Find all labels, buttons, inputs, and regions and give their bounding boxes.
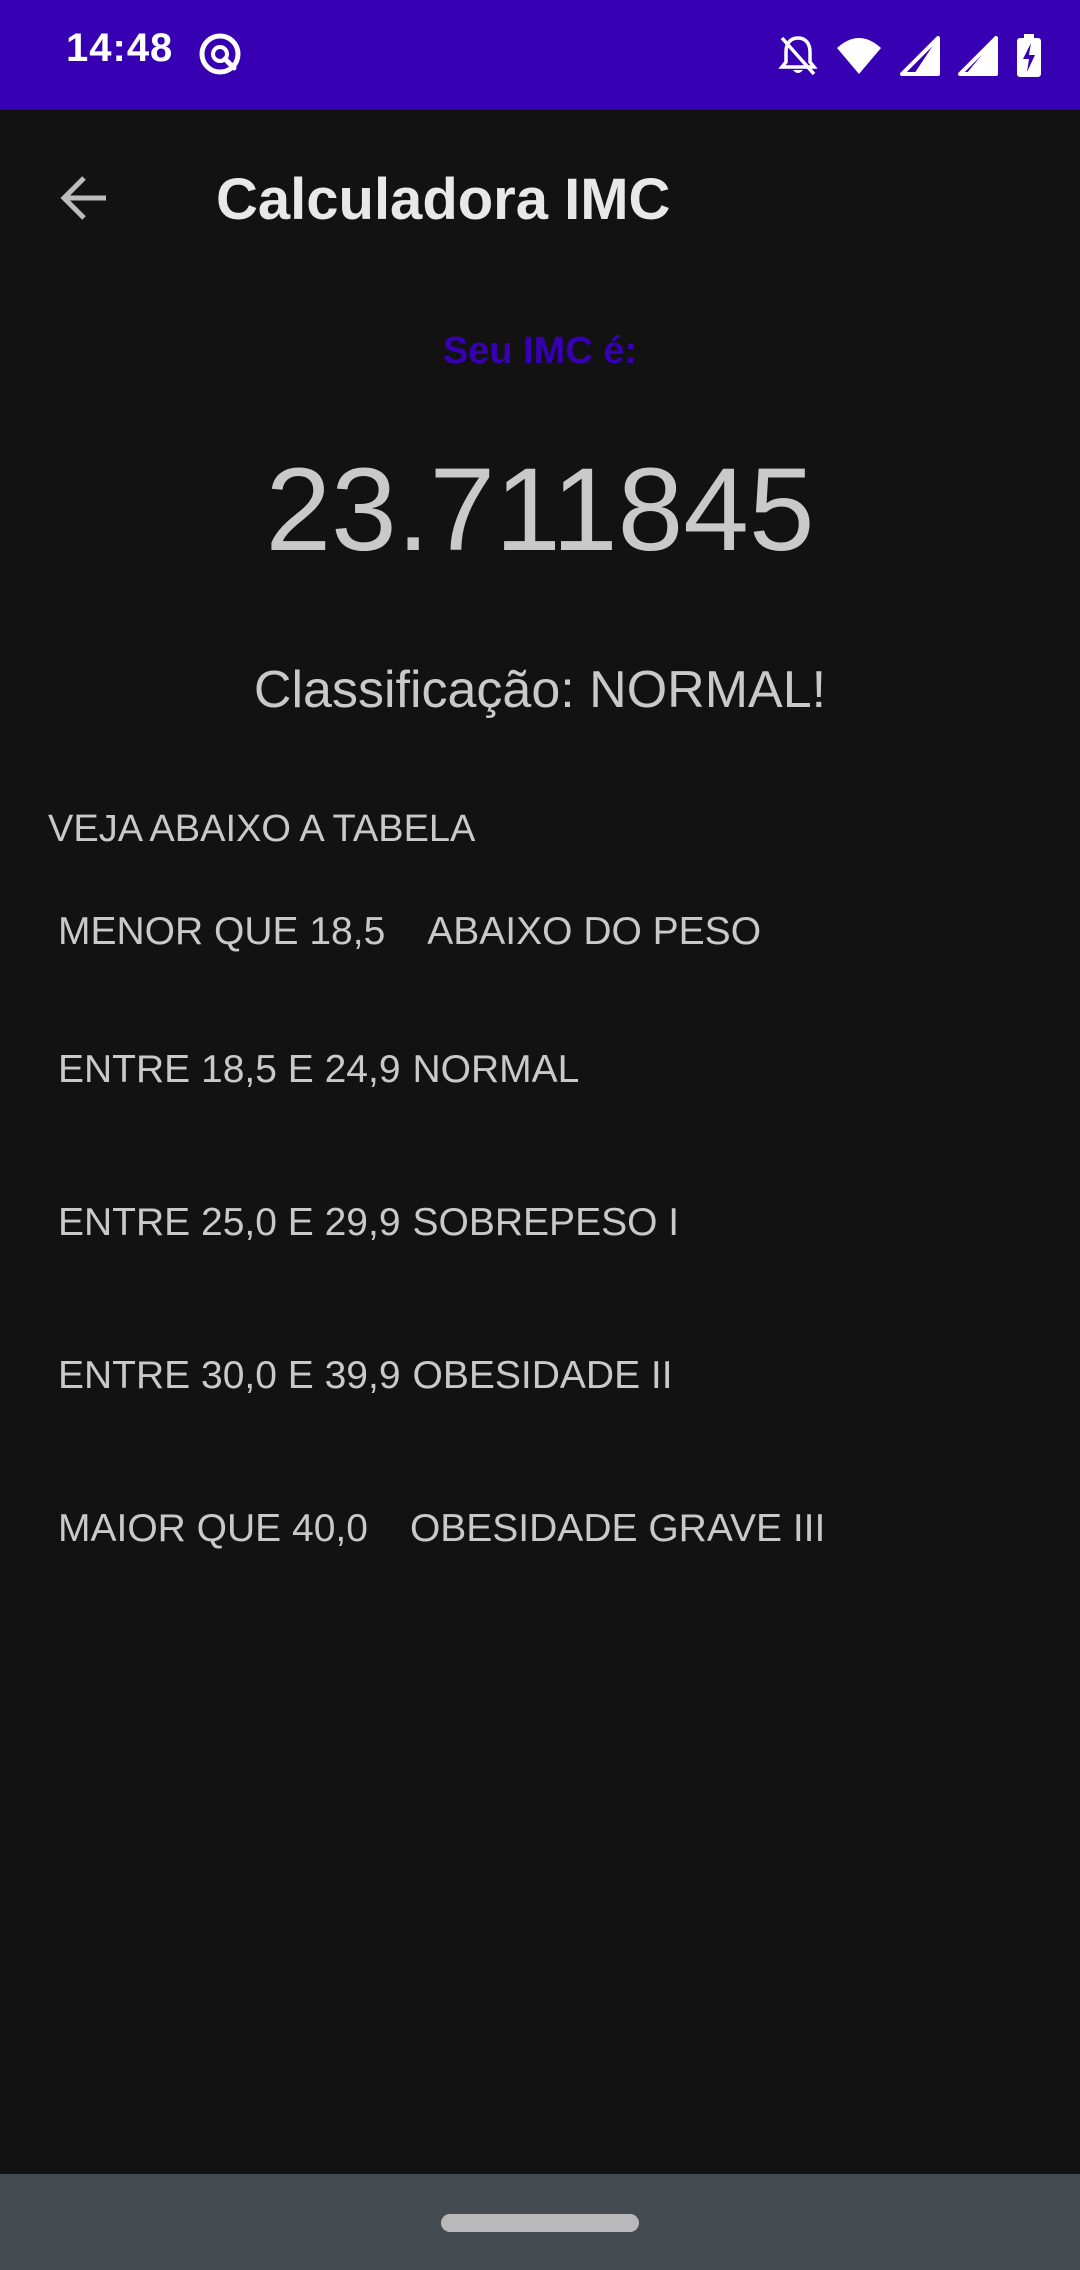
table-row-range: MENOR QUE 18,5 (58, 910, 386, 953)
imc-value: 23.711845 (265, 444, 815, 576)
home-gesture-handle[interactable] (441, 2214, 639, 2232)
arrow-back-icon (58, 172, 110, 229)
cell-signal-icon (900, 36, 940, 76)
app-bar: Calculadora IMC (0, 110, 1080, 280)
status-icons (778, 30, 1042, 82)
battery-charging-icon (1016, 34, 1042, 78)
table-row-range: ENTRE 30,0 E 39,9 (58, 1354, 401, 1397)
classification: Classificação: NORMAL! (0, 660, 1080, 720)
table-heading: VEJA ABAIXO A TABELA (48, 808, 476, 850)
classification-label: Classificação: (253, 661, 590, 719)
cell-signal-icon (958, 36, 998, 76)
notifications-off-icon (778, 34, 818, 78)
table-row: MENOR QUE 18,5 ABAIXO DO PESO (58, 910, 761, 954)
table-row: ENTRE 18,5 E 24,9 NORMAL (58, 1048, 579, 1092)
table-row-category: OBESIDADE II (412, 1354, 673, 1397)
wifi-icon (836, 36, 882, 76)
table-row-category: SOBREPESO I (412, 1201, 680, 1244)
navigation-bar (0, 2174, 1080, 2270)
table-row-category: OBESIDADE GRAVE III (409, 1507, 826, 1550)
table-row: ENTRE 25,0 E 29,9 SOBREPESO I (58, 1201, 679, 1245)
table-row-category: NORMAL (412, 1048, 580, 1091)
result-label: Seu IMC é: (442, 330, 638, 372)
page-title: Calculadora IMC (216, 167, 671, 232)
classification-value: NORMAL! (589, 661, 827, 719)
table-row: MAIOR QUE 40,0 OBESIDADE GRAVE III (58, 1507, 825, 1551)
back-button[interactable] (44, 160, 124, 240)
table-row: ENTRE 30,0 E 39,9 OBESIDADE II (58, 1354, 673, 1398)
table-row-category: ABAIXO DO PESO (427, 910, 762, 953)
status-time: 14:48 (66, 26, 174, 70)
screen: 14:48 Calculadora IMC Seu IMC é: 23.7118… (0, 0, 1080, 2270)
table-row-range: MAIOR QUE 40,0 (58, 1507, 368, 1550)
table-row-range: ENTRE 25,0 E 29,9 (58, 1201, 401, 1244)
status-bar: 14:48 (0, 0, 1080, 110)
notification-app-icon (196, 30, 244, 78)
table-row-range: ENTRE 18,5 E 24,9 (58, 1048, 401, 1091)
